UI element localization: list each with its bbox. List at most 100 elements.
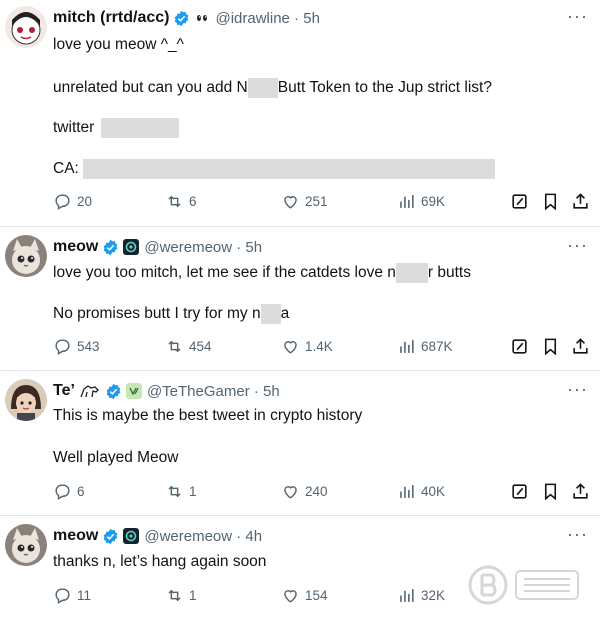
verified-badge-icon [173, 10, 190, 27]
repost-count: 6 [189, 194, 197, 209]
reply-count: 6 [77, 484, 85, 499]
redaction-box [247, 78, 278, 98]
share-button[interactable] [571, 482, 595, 501]
like-count: 154 [305, 588, 328, 603]
bookmark-icon [544, 193, 557, 211]
reply-button[interactable]: 6 [53, 482, 85, 501]
handle-and-time[interactable]: @idrawline · 5h [215, 10, 319, 27]
avatar[interactable] [5, 235, 47, 277]
tweet-text-line: CA: [53, 159, 496, 179]
views-button[interactable]: 32K [397, 586, 445, 605]
text-segment: unrelated but can you add N [53, 79, 248, 97]
horse-emoji-icon [79, 383, 101, 399]
heart-icon [284, 341, 297, 354]
avatar[interactable] [5, 6, 47, 48]
tweet-1[interactable]: mitch (rrtd/acc) @idrawline · 5h ··· lov… [0, 0, 600, 225]
handle-and-time[interactable]: @weremeow · 4h [144, 528, 262, 545]
grok-icon [512, 484, 527, 499]
bookmark-button[interactable] [541, 192, 565, 211]
share-icon [573, 338, 588, 354]
views-button[interactable]: 69K [397, 192, 445, 211]
avatar[interactable] [5, 524, 47, 566]
text-segment: Butt Token to the Jup strict list? [277, 79, 492, 97]
redaction-box [100, 118, 179, 138]
text-segment: a [280, 305, 290, 323]
share-button[interactable] [571, 337, 595, 356]
repost-button[interactable]: 1 [165, 482, 197, 501]
repost-count: 1 [189, 484, 197, 499]
tweet-2[interactable]: meow @weremeow · 5h ··· love you too mit… [0, 227, 600, 367]
tweet-header: mitch (rrtd/acc) @idrawline · 5h [53, 7, 320, 29]
repost-count: 454 [189, 339, 212, 354]
repost-button[interactable]: 1 [165, 586, 197, 605]
tweet-text-line: unrelated but can you add N Butt Token to… [53, 78, 492, 98]
repost-icon [168, 195, 181, 208]
like-count: 1.4K [305, 339, 333, 354]
display-name[interactable]: meow [53, 238, 98, 256]
reply-button[interactable]: 543 [53, 337, 100, 356]
grok-button[interactable] [510, 192, 534, 211]
view-count: 32K [421, 588, 446, 603]
grok-button[interactable] [510, 482, 534, 501]
affiliate-badge-icon [123, 239, 140, 255]
reply-icon [55, 588, 70, 604]
reply-icon [55, 339, 70, 355]
views-button[interactable]: 40K [397, 482, 445, 501]
tweet-3[interactable]: Te’ @TeTheGamer · 5h ··· This is maybe t… [0, 371, 600, 511]
action-bar: 6 1 240 40K [53, 482, 593, 504]
more-options-icon[interactable]: ··· [567, 235, 588, 256]
reply-count: 20 [77, 194, 93, 209]
share-icon [573, 193, 588, 209]
heart-icon [284, 196, 297, 209]
view-count: 687K [421, 339, 453, 354]
repost-count: 1 [189, 588, 197, 603]
grok-button[interactable] [510, 337, 534, 356]
like-button[interactable]: 154 [281, 586, 328, 605]
like-button[interactable]: 1.4K [281, 337, 333, 356]
repost-button[interactable]: 6 [165, 192, 197, 211]
like-count: 251 [305, 194, 328, 209]
action-bar: 20 6 251 69K [53, 192, 593, 214]
repost-button[interactable]: 454 [165, 337, 212, 356]
tweet-text-line: No promises butt I try for my n a [53, 304, 289, 324]
affiliate-badge-icon [125, 383, 142, 399]
views-icon [400, 340, 414, 353]
display-name[interactable]: mitch (rrtd/acc) [53, 9, 169, 27]
text-segment: r butts [427, 264, 471, 282]
reply-button[interactable]: 11 [53, 586, 91, 605]
more-options-icon[interactable]: ··· [567, 524, 588, 545]
like-button[interactable]: 251 [281, 192, 328, 211]
redaction-box [260, 304, 281, 324]
view-count: 69K [421, 194, 446, 209]
verified-badge-icon [102, 528, 119, 545]
text-segment: No promises butt I try for my n [53, 305, 261, 323]
share-icon [573, 483, 588, 499]
bookmark-icon [544, 483, 557, 501]
handle-and-time[interactable]: @TeTheGamer · 5h [147, 383, 280, 400]
heart-icon [284, 486, 297, 499]
more-options-icon[interactable]: ··· [567, 379, 588, 400]
like-button[interactable]: 240 [281, 482, 328, 501]
handle-and-time[interactable]: @weremeow · 5h [144, 239, 262, 256]
repost-icon [168, 340, 181, 353]
action-bar: 543 454 1.4K 687K [53, 337, 593, 359]
views-button[interactable]: 687K [397, 337, 453, 356]
display-name[interactable]: meow [53, 527, 98, 545]
avatar[interactable] [5, 379, 47, 421]
tweet-text-line: thanks n, let’s hang again soon [53, 553, 267, 570]
redaction-box [83, 159, 496, 179]
bookmark-button[interactable] [541, 482, 565, 501]
more-options-icon[interactable]: ··· [567, 6, 588, 27]
verified-badge-icon [102, 239, 119, 256]
tweet-header: meow @weremeow · 4h [53, 525, 262, 547]
watermark-logo [466, 563, 586, 614]
views-icon [400, 195, 414, 208]
affiliate-badge-icon [194, 10, 211, 26]
tweet-text-line: love you meow ^_^ [53, 36, 184, 53]
reply-button[interactable]: 20 [53, 192, 92, 211]
heart-icon [284, 590, 297, 603]
share-button[interactable] [571, 192, 595, 211]
text-segment: CA: [53, 160, 79, 178]
display-name[interactable]: Te’ [53, 382, 75, 400]
bookmark-button[interactable] [541, 337, 565, 356]
